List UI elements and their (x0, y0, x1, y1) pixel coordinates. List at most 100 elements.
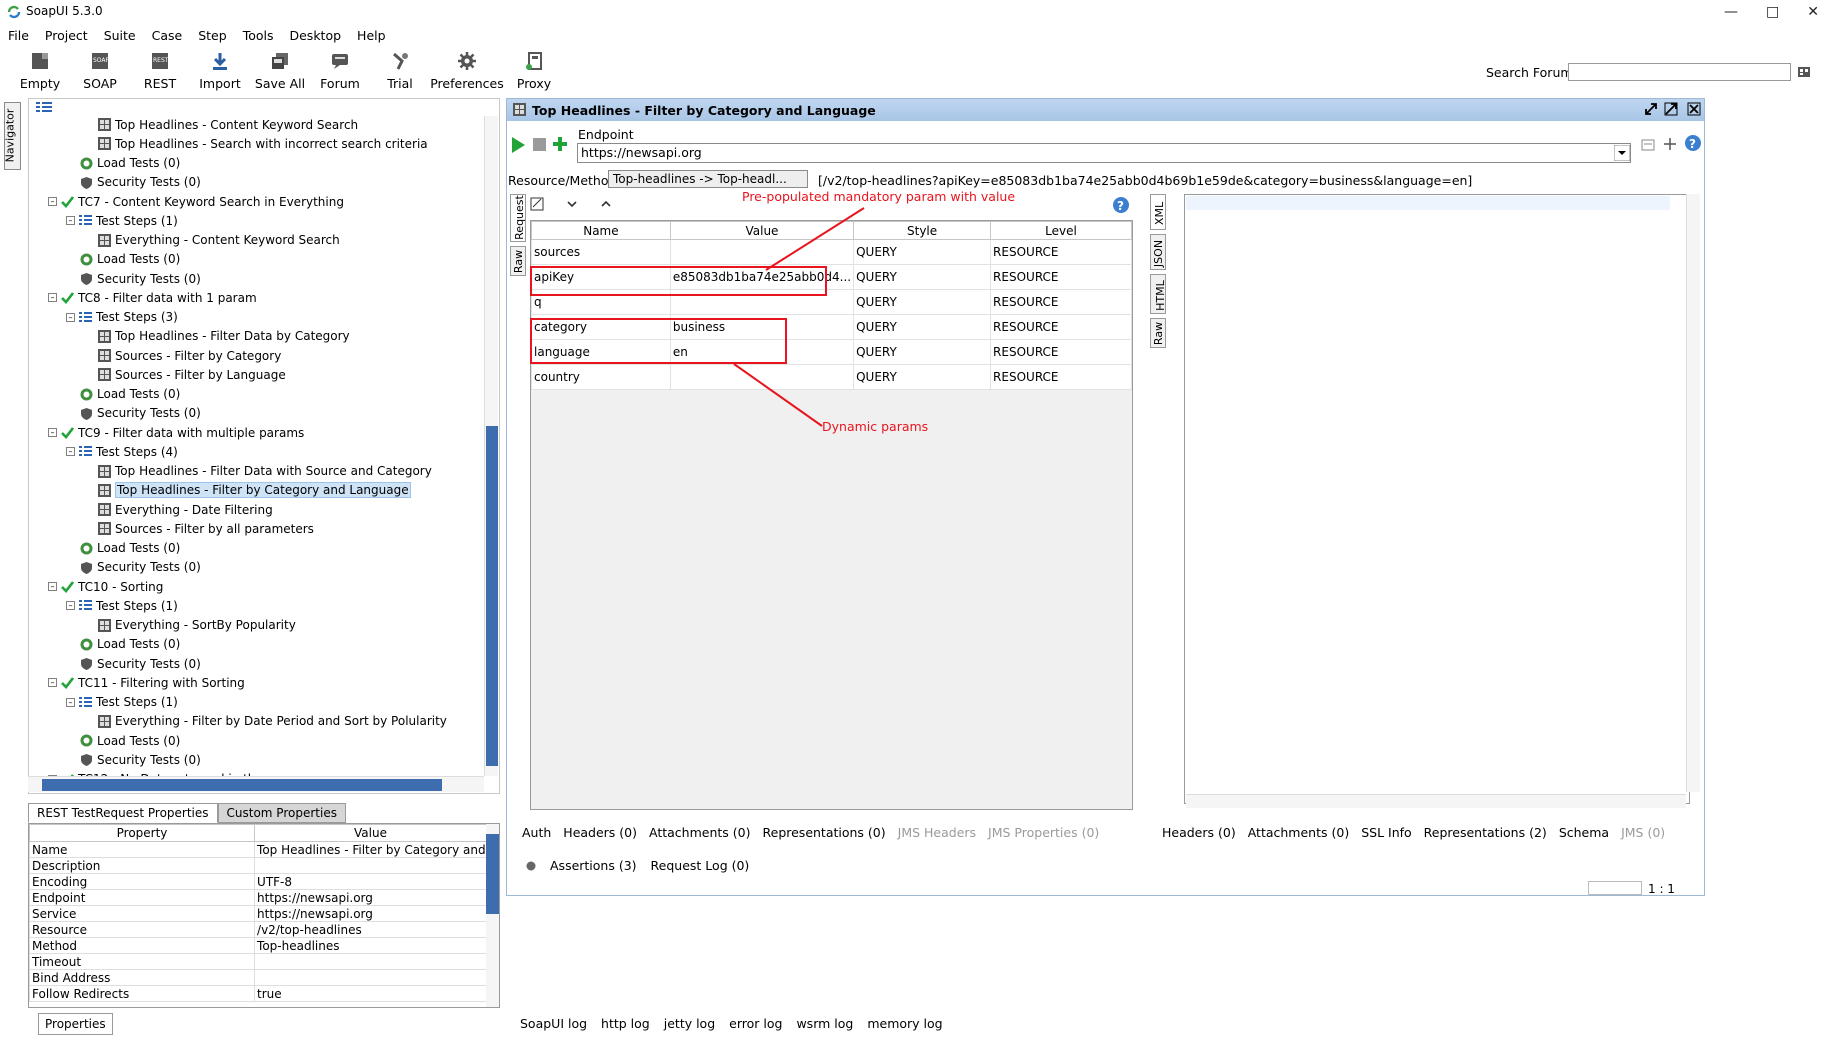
property-value[interactable]: Top Headlines - Filter by Category and L… (254, 841, 487, 858)
property-value[interactable] (254, 857, 487, 874)
import-button[interactable]: Import (192, 50, 248, 96)
param-style[interactable]: QUERY (853, 339, 992, 365)
collapse-icon[interactable]: – (48, 582, 57, 591)
menu-desktop[interactable]: Desktop (281, 26, 349, 46)
tree-test-step[interactable]: Top Headlines - Content Keyword Search (98, 116, 358, 133)
properties-vscroll-thumb[interactable] (486, 834, 499, 914)
param-style[interactable]: QUERY (853, 289, 992, 315)
tab-xml[interactable]: XML (1150, 194, 1166, 230)
menu-step[interactable]: Step (190, 26, 234, 46)
tree-load-tests[interactable]: Load Tests (0) (80, 386, 180, 403)
tab-request-representations[interactable]: Representations (0) (763, 825, 886, 840)
param-level[interactable]: RESOURCE (990, 264, 1132, 290)
tab-raw-request[interactable]: Raw (510, 246, 526, 276)
menu-case[interactable]: Case (144, 26, 191, 46)
tab-raw-response[interactable]: Raw (1150, 318, 1166, 348)
tab-jetty-log[interactable]: jetty log (664, 1016, 715, 1031)
property-value[interactable]: https://newsapi.org (254, 905, 487, 922)
forum-button[interactable]: Forum (312, 50, 368, 96)
param-level[interactable]: RESOURCE (990, 314, 1132, 340)
tree-security-tests[interactable]: Security Tests (0) (80, 655, 201, 672)
response-editor[interactable] (1184, 194, 1690, 804)
tab-jms[interactable]: JMS (0) (1621, 825, 1665, 840)
property-value[interactable]: /v2/top-headlines (254, 921, 487, 938)
response-horizontal-scrollbar[interactable] (1186, 794, 1686, 808)
param-level[interactable]: RESOURCE (990, 239, 1132, 265)
tab-auth[interactable]: Auth (522, 825, 551, 840)
save-all-button[interactable]: Save All (252, 50, 308, 96)
tab-ssl-info[interactable]: SSL Info (1361, 825, 1411, 840)
tab-response-headers[interactable]: Headers (0) (1162, 825, 1236, 840)
soap-button[interactable]: SOAP SOAP (72, 50, 128, 96)
property-row[interactable]: Bind Address (29, 969, 487, 986)
tree-test-step[interactable]: Everything - SortBy Popularity (98, 617, 296, 634)
property-value[interactable]: true (254, 985, 487, 1002)
tab-custom-properties[interactable]: Custom Properties (217, 803, 346, 823)
tree-test-step[interactable]: Top Headlines - Search with incorrect se… (98, 135, 428, 152)
close-window-icon[interactable]: ✕ (1807, 4, 1819, 20)
collapse-icon[interactable]: – (66, 601, 75, 611)
tree-test-steps[interactable]: – Test Steps (3) (66, 309, 178, 326)
navigator-tab[interactable]: Navigator (3, 102, 21, 170)
property-value[interactable]: https://newsapi.org (254, 889, 487, 906)
add-endpoint-icon[interactable] (1662, 136, 1678, 152)
property-row[interactable]: Service https://newsapi.org (29, 905, 487, 922)
tree-security-tests[interactable]: Security Tests (0) (80, 751, 201, 768)
param-level[interactable]: RESOURCE (990, 339, 1132, 365)
params-grid-icon[interactable] (530, 197, 544, 211)
minimize-icon[interactable]: — (1724, 4, 1738, 20)
response-vertical-scrollbar[interactable] (1686, 194, 1700, 792)
params-help-icon[interactable]: ? (1112, 196, 1130, 214)
collapse-icon[interactable]: – (48, 293, 57, 303)
property-row[interactable]: Encoding UTF-8 (29, 873, 487, 890)
param-level[interactable]: RESOURCE (990, 364, 1132, 390)
property-row[interactable]: Name Top Headlines - Filter by Category a… (29, 841, 487, 858)
properties-vertical-scrollbar[interactable] (486, 824, 499, 1007)
name-column-header[interactable]: Name (531, 221, 671, 240)
tree-test-step[interactable]: Top Headlines - Filter Data with Source … (98, 463, 432, 480)
tree-testcase[interactable]: – TC10 - Sorting (48, 578, 163, 595)
tree-testcase[interactable]: – TC9 - Filter data with multiple params (48, 424, 304, 441)
tree-list-icon[interactable] (36, 101, 52, 113)
menu-help[interactable]: Help (349, 26, 394, 46)
close-editor-icon[interactable] (1687, 102, 1701, 116)
endpoint-input[interactable]: https://newsapi.org (577, 143, 1631, 163)
property-row[interactable]: Follow Redirects true (29, 985, 487, 1002)
tree-testcase[interactable]: – TC7 - Content Keyword Search in Everyth… (48, 193, 344, 210)
tree-test-step[interactable]: Sources - Filter by all parameters (98, 520, 314, 537)
preferences-button[interactable]: Preferences (430, 50, 504, 96)
param-style[interactable]: QUERY (853, 364, 992, 390)
collapse-icon[interactable]: – (66, 447, 75, 457)
tab-request[interactable]: Request (510, 194, 526, 242)
tree-test-steps[interactable]: – Test Steps (1) (66, 694, 178, 711)
property-value[interactable]: UTF-8 (254, 873, 487, 890)
tab-http-log[interactable]: http log (601, 1016, 650, 1031)
level-column-header[interactable]: Level (990, 221, 1132, 240)
help-icon[interactable]: ? (1684, 134, 1702, 152)
property-value[interactable] (254, 969, 487, 986)
tab-html[interactable]: HTML (1150, 274, 1167, 314)
property-row[interactable]: Description (29, 857, 487, 874)
stop-request-icon[interactable] (532, 137, 547, 152)
search-forum-icon[interactable] (1797, 64, 1811, 78)
move-down-icon[interactable] (566, 198, 578, 210)
add-icon[interactable] (552, 136, 568, 152)
properties-button[interactable]: Properties (38, 1013, 113, 1035)
tab-memory-log[interactable]: memory log (867, 1016, 942, 1031)
move-up-icon[interactable] (600, 198, 612, 210)
collapse-icon[interactable]: – (48, 428, 57, 437)
tree-test-step[interactable]: Sources - Filter by Category (98, 347, 281, 364)
tree-load-tests[interactable]: Load Tests (0) (80, 251, 180, 268)
tree-test-step[interactable]: Everything - Date Filtering (98, 501, 273, 518)
tab-response-attachments[interactable]: Attachments (0) (1248, 825, 1349, 840)
run-request-icon[interactable] (510, 136, 526, 154)
tree-test-steps[interactable]: – Test Steps (1) (66, 212, 178, 229)
param-name[interactable]: sources (531, 239, 671, 265)
tree-vscroll-thumb[interactable] (486, 426, 498, 766)
property-value[interactable] (254, 953, 487, 970)
tree-test-step[interactable]: Everything - Filter by Date Period and S… (98, 713, 447, 730)
tab-request-attachments[interactable]: Attachments (0) (649, 825, 750, 840)
collapse-icon[interactable]: – (66, 216, 75, 226)
tree-security-tests[interactable]: Security Tests (0) (80, 559, 201, 576)
tab-jms-properties[interactable]: JMS Properties (0) (988, 825, 1099, 840)
